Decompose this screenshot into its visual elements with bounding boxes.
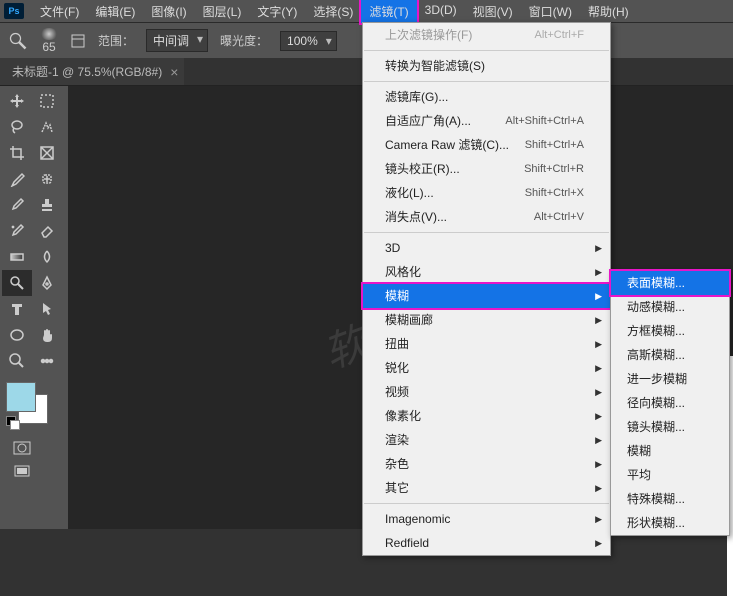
toolbox [0,86,68,529]
zoom-tool[interactable] [2,348,32,374]
filter-item-8[interactable]: 液化(L)...Shift+Ctrl+X [363,181,610,205]
app-logo: Ps [4,3,24,19]
menu-0[interactable]: 文件(F) [32,0,87,23]
menu-10[interactable]: 帮助(H) [580,0,637,23]
blur-tool[interactable] [32,244,62,270]
menu-1[interactable]: 编辑(E) [87,0,143,23]
pen-tool[interactable] [32,270,62,296]
blur-item-2[interactable]: 方框模糊... [611,319,729,343]
filter-item-15[interactable]: 扭曲 [363,332,610,356]
crop-tool[interactable] [2,140,32,166]
blur-item-5[interactable]: 径向模糊... [611,391,729,415]
filter-item-21[interactable]: 其它 [363,476,610,500]
filter-item-9[interactable]: 消失点(V)...Alt+Ctrl+V [363,205,610,229]
menu-4[interactable]: 文字(Y) [249,0,305,23]
quick-mask-icon[interactable] [8,436,36,460]
document-tab[interactable]: 未标题-1 @ 75.5%(RGB/8#) × [0,58,184,85]
document-title: 未标题-1 @ 75.5%(RGB/8#) [12,63,162,80]
filter-item-19[interactable]: 渲染 [363,428,610,452]
exposure-value[interactable]: 100% [280,31,337,51]
blur-item-1[interactable]: 动感模糊... [611,295,729,319]
lasso-tool[interactable] [2,114,32,140]
filter-item-0: 上次滤镜操作(F)Alt+Ctrl+F [363,23,610,47]
blur-submenu: 表面模糊...动感模糊...方框模糊...高斯模糊...进一步模糊径向模糊...… [610,270,730,536]
menu-2[interactable]: 图像(I) [143,0,194,23]
menu-3[interactable]: 图层(L) [195,0,250,23]
path-select-tool[interactable] [32,296,62,322]
brush-preview[interactable]: 65 [40,28,58,54]
filter-item-16[interactable]: 锐化 [363,356,610,380]
healing-tool[interactable] [32,166,62,192]
move-tool[interactable] [2,88,32,114]
type-tool[interactable] [2,296,32,322]
menu-5[interactable]: 选择(S) [305,0,361,23]
menu-6[interactable]: 滤镜(T) [361,0,416,23]
blur-item-3[interactable]: 高斯模糊... [611,343,729,367]
brush-tool[interactable] [2,192,32,218]
foreground-color[interactable] [6,382,36,412]
filter-item-18[interactable]: 像素化 [363,404,610,428]
blur-item-4[interactable]: 进一步模糊 [611,367,729,391]
range-label: 范围： [98,32,134,49]
filter-item-2[interactable]: 转换为智能滤镜(S) [363,54,610,78]
filter-item-23[interactable]: Imagenomic [363,507,610,531]
shape-tool[interactable] [2,322,32,348]
menu-7[interactable]: 3D(D) [417,0,465,23]
dodge-tool[interactable] [2,270,32,296]
blur-item-6[interactable]: 镜头模糊... [611,415,729,439]
exposure-label: 曝光度： [220,32,268,49]
screen-mode-icon[interactable] [8,460,36,484]
blur-item-7[interactable]: 模糊 [611,439,729,463]
default-colors-icon[interactable] [6,416,20,430]
gradient-tool[interactable] [2,244,32,270]
brush-panel-icon[interactable] [70,33,86,49]
quick-select-tool[interactable] [32,114,62,140]
filter-item-11[interactable]: 3D [363,236,610,260]
eyedropper-tool[interactable] [2,166,32,192]
menu-9[interactable]: 窗口(W) [521,0,580,23]
filter-item-4[interactable]: 滤镜库(G)... [363,85,610,109]
filter-item-20[interactable]: 杂色 [363,452,610,476]
blur-item-8[interactable]: 平均 [611,463,729,487]
filter-item-13[interactable]: 模糊 [363,284,610,308]
menu-bar: Ps 文件(F)编辑(E)图像(I)图层(L)文字(Y)选择(S)滤镜(T)3D… [0,0,733,22]
edit-toolbar[interactable] [32,348,62,374]
filter-item-17[interactable]: 视频 [363,380,610,404]
frame-tool[interactable] [32,140,62,166]
blur-item-0[interactable]: 表面模糊... [611,271,729,295]
marquee-tool[interactable] [32,88,62,114]
filter-item-7[interactable]: 镜头校正(R)...Shift+Ctrl+R [363,157,610,181]
blur-item-10[interactable]: 形状模糊... [611,511,729,535]
filter-item-24[interactable]: Redfield [363,531,610,555]
filter-item-12[interactable]: 风格化 [363,260,610,284]
hand-tool[interactable] [32,322,62,348]
filter-item-6[interactable]: Camera Raw 滤镜(C)...Shift+Ctrl+A [363,133,610,157]
history-brush-tool[interactable] [2,218,32,244]
color-swatches[interactable] [2,382,62,430]
stamp-tool[interactable] [32,192,62,218]
blur-item-9[interactable]: 特殊模糊... [611,487,729,511]
menu-8[interactable]: 视图(V) [465,0,521,23]
filter-item-5[interactable]: 自适应广角(A)...Alt+Shift+Ctrl+A [363,109,610,133]
eraser-tool[interactable] [32,218,62,244]
filter-menu-dropdown: 上次滤镜操作(F)Alt+Ctrl+F 转换为智能滤镜(S) 滤镜库(G)...自适… [362,22,611,556]
range-select[interactable]: 中间调 [146,29,208,52]
tool-preset-icon[interactable] [8,31,28,51]
close-tab-icon[interactable]: × [170,64,178,80]
filter-item-14[interactable]: 模糊画廊 [363,308,610,332]
